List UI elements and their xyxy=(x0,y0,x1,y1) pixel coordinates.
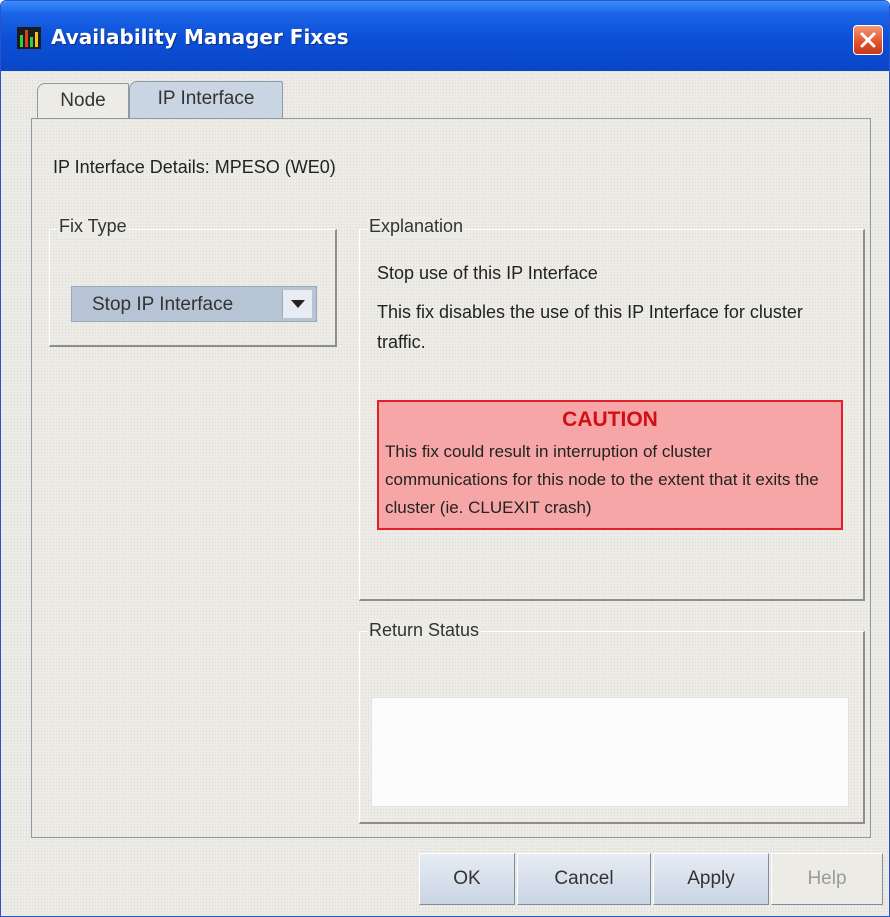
fix-type-dropdown[interactable]: Stop IP Interface xyxy=(71,286,317,322)
caution-text: This fix could result in interruption of… xyxy=(385,442,819,517)
caution-title: CAUTION xyxy=(562,408,658,431)
explanation-title: Explanation xyxy=(367,216,466,237)
cancel-button[interactable]: Cancel xyxy=(517,853,651,905)
close-icon xyxy=(860,32,876,48)
fix-type-title: Fix Type xyxy=(57,216,129,237)
explanation-body: This fix disables the use of this IP Int… xyxy=(377,302,803,352)
app-logo-icon xyxy=(17,27,41,49)
return-status-output xyxy=(371,697,849,807)
apply-button[interactable]: Apply xyxy=(653,853,769,905)
tab-ip-interface-label: IP Interface xyxy=(157,88,255,109)
explanation-heading: Stop use of this IP Interface xyxy=(377,263,598,283)
return-status-title: Return Status xyxy=(367,620,482,641)
dropdown-arrow-button[interactable] xyxy=(282,290,312,318)
window-title: Availability Manager Fixes xyxy=(51,25,349,49)
close-button[interactable] xyxy=(853,25,883,55)
title-bar[interactable]: Availability Manager Fixes xyxy=(1,1,889,71)
tab-node-label: Node xyxy=(60,90,106,111)
ip-interface-details-label: IP Interface Details: MPESO (WE0) xyxy=(53,157,336,177)
ok-button[interactable]: OK xyxy=(419,853,515,905)
fixes-dialog: Availability Manager Fixes Node IP Inter… xyxy=(0,0,890,917)
caution-box: CAUTION This fix could result in interru… xyxy=(377,400,843,530)
fix-type-selected-value: Stop IP Interface xyxy=(92,294,234,315)
tab-node[interactable]: Node xyxy=(37,83,129,119)
tab-ip-interface[interactable]: IP Interface xyxy=(129,81,283,119)
chevron-down-icon xyxy=(291,300,305,308)
help-button[interactable]: Help xyxy=(771,853,883,905)
